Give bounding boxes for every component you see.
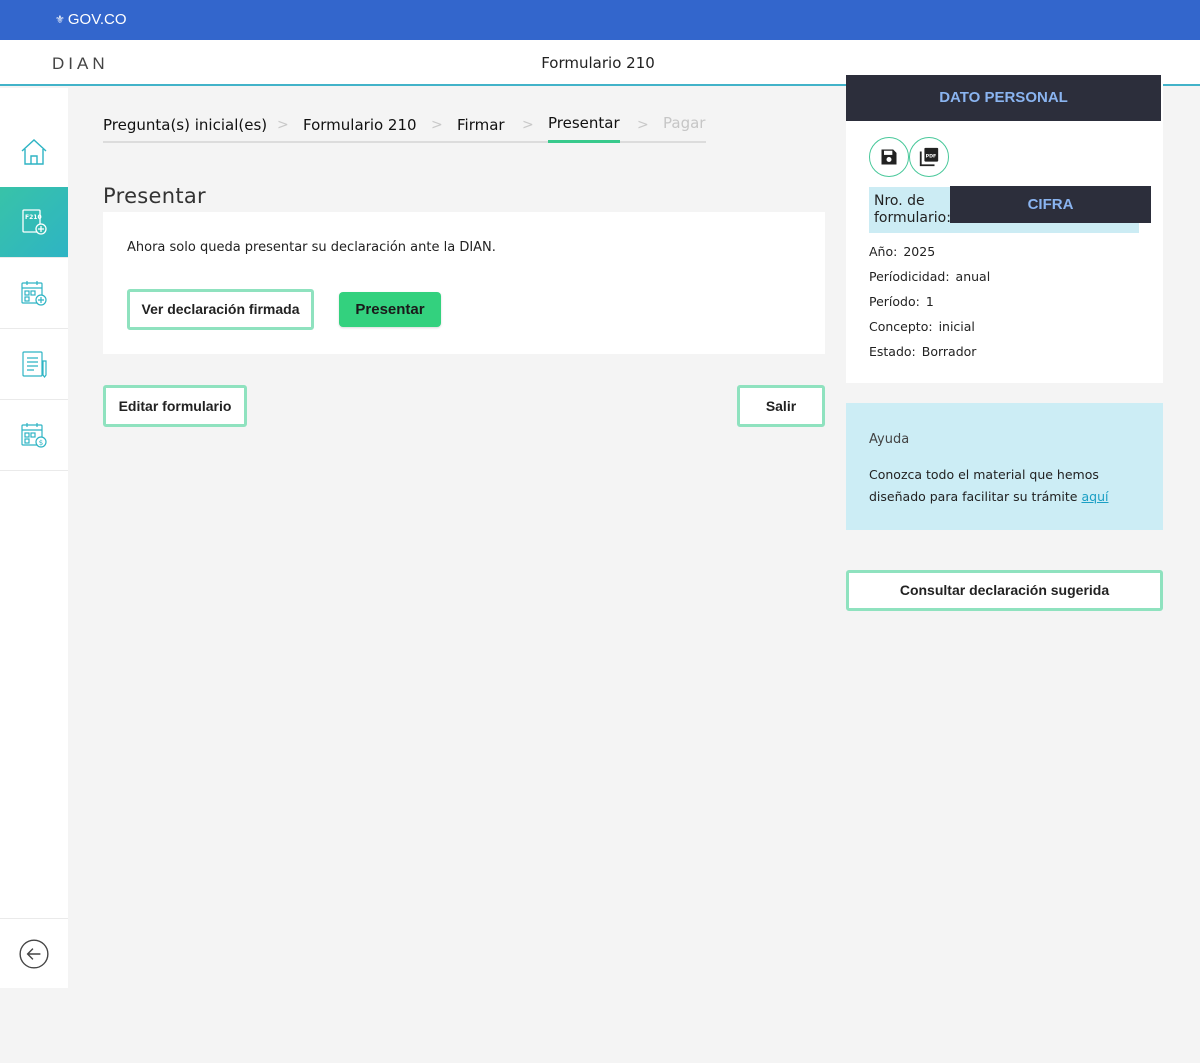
chevron-right-icon: > bbox=[431, 117, 443, 133]
info-value: Borrador bbox=[921, 344, 977, 359]
help-box: Ayuda Conozca todo el material que hemos… bbox=[846, 403, 1163, 530]
gov-co-logo-text: GOV.CO bbox=[67, 11, 127, 28]
info-value: inicial bbox=[938, 319, 975, 334]
form-number-value: CIFRA bbox=[950, 186, 1151, 223]
list-edit-icon bbox=[22, 351, 47, 378]
home-icon bbox=[21, 139, 47, 165]
consult-suggested-declaration-button[interactable]: Consultar declaración sugerida bbox=[846, 570, 1163, 611]
info-key: Estado: bbox=[869, 344, 916, 359]
calendar-dollar-icon: $ bbox=[21, 423, 47, 448]
info-key: Períodicidad: bbox=[869, 269, 950, 284]
svg-text:F210: F210 bbox=[25, 214, 42, 221]
info-key: Año: bbox=[869, 244, 898, 259]
personal-data-card: DATO PERSONAL PDF Nro. de formulario: CI… bbox=[846, 75, 1163, 383]
download-pdf-button[interactable]: PDF bbox=[909, 137, 949, 177]
help-link[interactable]: aquí bbox=[1081, 489, 1108, 504]
step-preguntas-iniciales[interactable]: Pregunta(s) inicial(es) bbox=[103, 116, 267, 134]
help-title: Ayuda bbox=[869, 432, 910, 447]
info-value: 1 bbox=[925, 294, 934, 309]
info-row-status: Estado: Borrador bbox=[869, 344, 976, 359]
arrow-left-circle-icon bbox=[19, 938, 49, 969]
save-button[interactable] bbox=[869, 137, 909, 177]
gov-co-logo[interactable]: ⚜ GOV.CO bbox=[55, 11, 127, 28]
back-button[interactable] bbox=[0, 918, 68, 988]
info-row-year: Año: 2025 bbox=[869, 244, 935, 259]
page-title: Formulario 210 bbox=[541, 54, 655, 72]
view-signed-declaration-button[interactable]: Ver declaración firmada bbox=[127, 289, 314, 330]
step-pagar: Pagar bbox=[663, 114, 706, 132]
step-presentar[interactable]: Presentar bbox=[548, 114, 620, 132]
info-key: Período: bbox=[869, 294, 920, 309]
progress-stepper: Pregunta(s) inicial(es) > Formulario 210… bbox=[103, 110, 706, 143]
info-row-periodicity: Períodicidad: anual bbox=[869, 269, 990, 284]
chevron-right-icon: > bbox=[522, 117, 534, 133]
step-firmar[interactable]: Firmar bbox=[457, 116, 505, 134]
save-icon bbox=[881, 149, 897, 165]
sidebar-item-form-210[interactable]: F210 bbox=[0, 187, 68, 258]
help-text: Conozca todo el material que hemos diseñ… bbox=[869, 464, 1139, 508]
edit-form-button[interactable]: Editar formulario bbox=[103, 385, 247, 427]
info-key: Concepto: bbox=[869, 319, 933, 334]
info-value: anual bbox=[955, 269, 991, 284]
sidebar-item-list-edit[interactable] bbox=[0, 329, 68, 400]
current-step-indicator bbox=[548, 140, 620, 143]
section-title: Presentar bbox=[103, 184, 206, 208]
sidebar-item-home[interactable] bbox=[0, 117, 68, 188]
form-f210-add-icon: F210 bbox=[22, 209, 47, 235]
personal-data-header: DATO PERSONAL bbox=[846, 75, 1161, 121]
pdf-icon: PDF bbox=[919, 147, 939, 167]
svg-text:PDF: PDF bbox=[926, 153, 937, 159]
chevron-right-icon: > bbox=[277, 117, 289, 133]
sidebar-item-calendar-payment[interactable]: $ bbox=[0, 400, 68, 471]
gov-bar: ⚜ GOV.CO bbox=[0, 0, 1200, 40]
sidebar: F210 $ bbox=[0, 88, 68, 988]
present-button[interactable]: Presentar bbox=[339, 292, 441, 327]
exit-button[interactable]: Salir bbox=[737, 385, 825, 427]
step-formulario-210[interactable]: Formulario 210 bbox=[303, 116, 417, 134]
info-value: 2025 bbox=[903, 244, 936, 259]
svg-text:$: $ bbox=[39, 439, 43, 447]
chevron-right-icon: > bbox=[637, 117, 649, 133]
info-row-concept: Concepto: inicial bbox=[869, 319, 975, 334]
info-row-period: Período: 1 bbox=[869, 294, 934, 309]
help-text-body: Conozca todo el material que hemos diseñ… bbox=[869, 467, 1099, 504]
calendar-add-icon bbox=[21, 281, 47, 306]
sidebar-item-calendar-add[interactable] bbox=[0, 258, 68, 329]
present-message: Ahora solo queda presentar su declaració… bbox=[127, 240, 496, 255]
present-card: Ahora solo queda presentar su declaració… bbox=[103, 212, 825, 354]
colombia-seal-icon: ⚜ bbox=[55, 14, 65, 26]
